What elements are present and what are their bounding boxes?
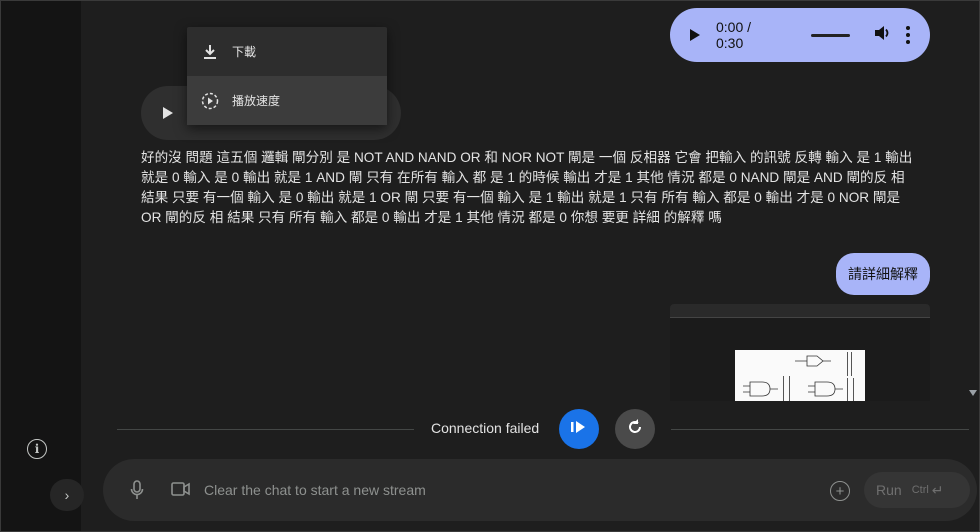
divider xyxy=(671,429,969,430)
divider xyxy=(117,429,414,430)
refresh-icon xyxy=(626,418,644,441)
stream-icon xyxy=(571,420,587,439)
menu-item-playback-speed[interactable]: 播放速度 xyxy=(187,76,387,125)
thumbnail-document xyxy=(735,350,865,401)
scroll-down-arrow[interactable] xyxy=(969,390,977,396)
run-label: Run xyxy=(876,482,902,498)
start-stream-button[interactable] xyxy=(559,409,599,449)
menu-item-label: 下載 xyxy=(232,45,257,59)
playback-speed-icon xyxy=(201,92,219,110)
connection-status-text: Connection failed xyxy=(431,420,540,436)
info-icon[interactable]: i xyxy=(27,439,47,459)
menu-item-label: 播放速度 xyxy=(232,94,281,108)
chevron-right-icon: › xyxy=(64,487,70,503)
audio-progress-bar[interactable] xyxy=(810,33,850,37)
shortcut-label: Ctrl xyxy=(911,484,929,496)
play-icon[interactable] xyxy=(690,29,700,41)
volume-icon[interactable] xyxy=(874,25,892,46)
prompt-input[interactable] xyxy=(204,478,804,502)
more-options-icon[interactable] xyxy=(906,26,910,44)
screen-share-thumbnail[interactable] xyxy=(670,304,930,401)
connection-status-row: Connection failed xyxy=(117,409,969,449)
prompt-input-bar: + Run Ctrl ↵ xyxy=(103,459,977,521)
video-camera-icon[interactable] xyxy=(171,481,191,502)
expand-sidebar-button[interactable]: › xyxy=(50,479,84,511)
user-audio-player: 0:00 / 0:30 xyxy=(670,8,930,62)
enter-key-icon: ↵ xyxy=(931,481,944,498)
reconnect-button[interactable] xyxy=(615,409,655,449)
add-icon[interactable]: + xyxy=(830,481,850,501)
microphone-icon[interactable] xyxy=(130,480,144,505)
thumbnail-toolbar xyxy=(670,304,930,318)
menu-item-download[interactable]: 下載 xyxy=(187,27,387,76)
user-message-bubble: 請詳細解釋 xyxy=(836,253,930,295)
download-icon xyxy=(201,43,219,61)
play-icon[interactable] xyxy=(163,107,173,119)
audio-time: 0:00 / 0:30 xyxy=(716,19,752,51)
model-message: 好的沒 問題 這五個 邏輯 閘分別 是 NOT AND NAND OR 和 NO… xyxy=(141,150,913,225)
run-button[interactable]: Run Ctrl ↵ xyxy=(864,472,970,508)
audio-options-menu: 下載 播放速度 xyxy=(187,27,387,125)
